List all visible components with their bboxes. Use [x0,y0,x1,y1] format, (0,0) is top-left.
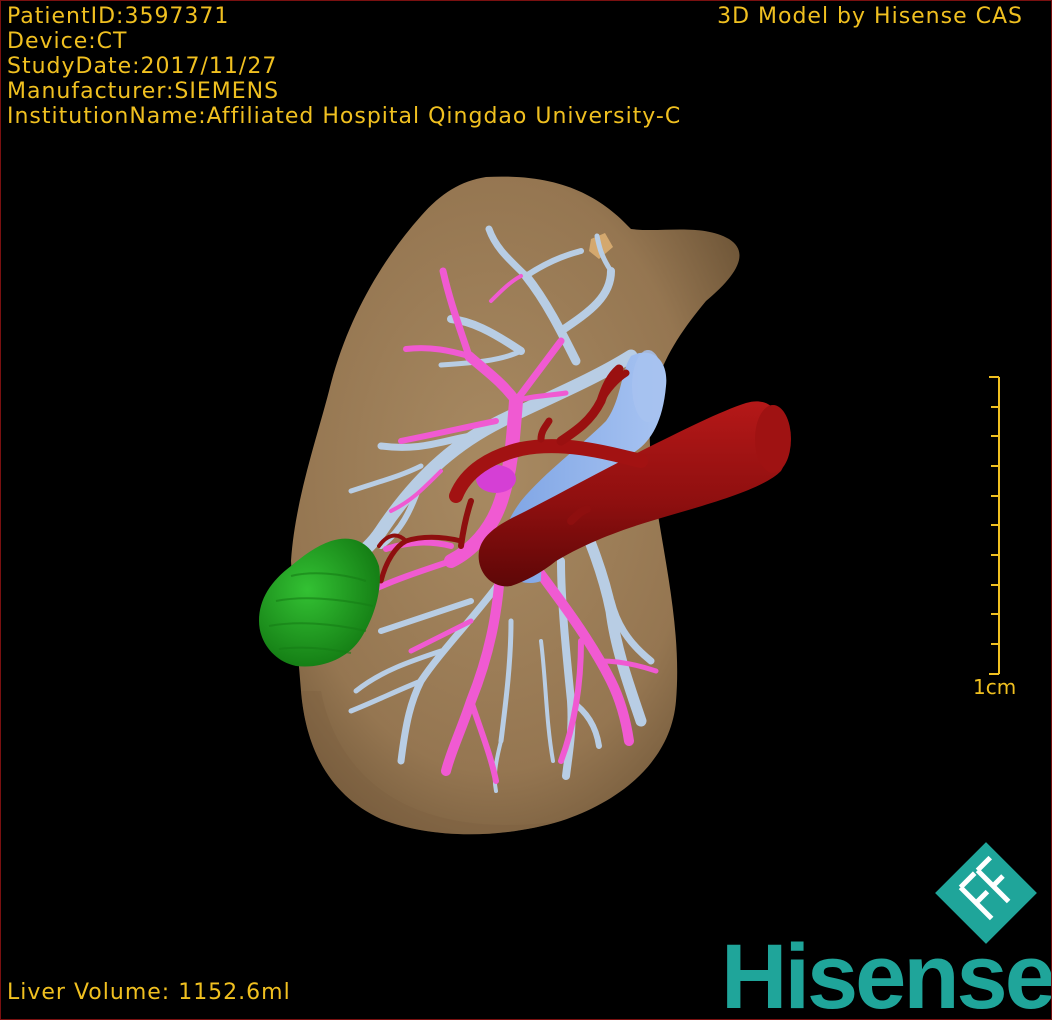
ct-3d-viewport[interactable]: PatientID:3597371 Device:CT StudyDate:20… [0,0,1052,1020]
hisense-wordmark: Hisense [721,926,1052,1020]
scale-bar [989,376,1000,675]
liver-3d-model[interactable] [1,1,1052,1020]
scale-bar-label: 1cm [973,675,1017,699]
liver-volume-text: Liver Volume: 1152.6ml [7,980,291,1005]
